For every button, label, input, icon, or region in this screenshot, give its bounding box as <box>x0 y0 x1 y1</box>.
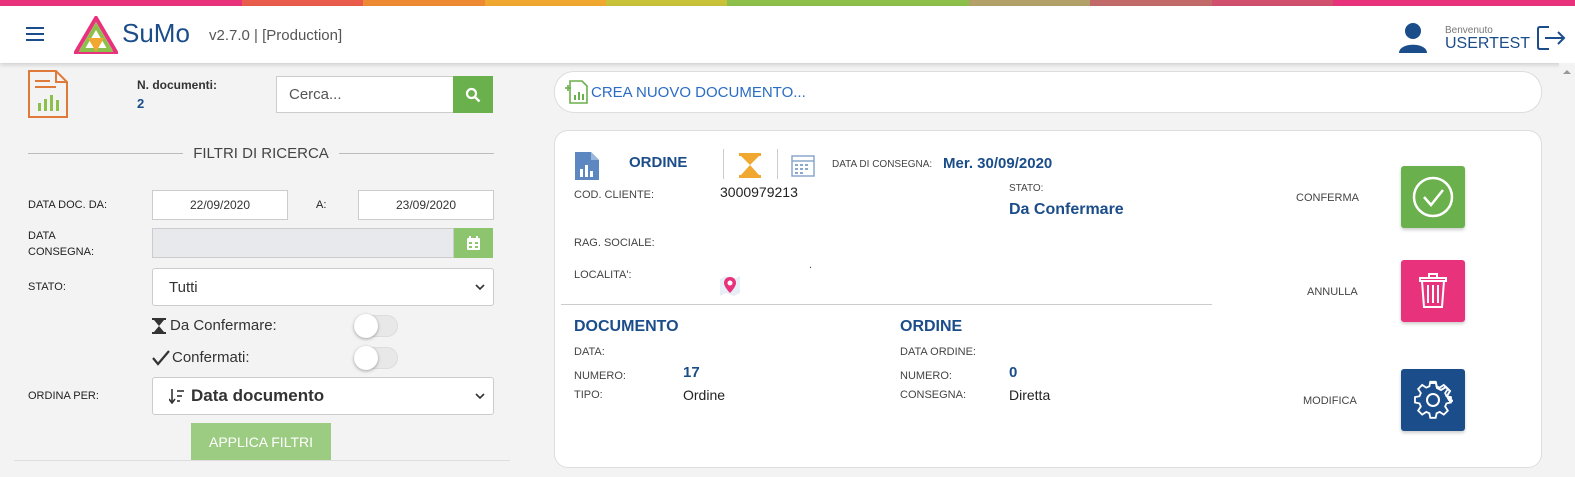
calendar-icon <box>791 155 815 177</box>
localita-value: . <box>809 259 813 271</box>
stato-select-value: Tutti <box>169 278 198 296</box>
tipo-label: TIPO: <box>574 389 603 401</box>
app-name: SuMo <box>122 18 190 48</box>
checkmark-icon <box>152 349 170 366</box>
search-input[interactable] <box>276 76 453 113</box>
confirm-button[interactable] <box>1401 166 1465 228</box>
search-button[interactable] <box>453 76 493 113</box>
da-confermare-label: Da Confermare: <box>170 317 277 334</box>
consegna-value: Diretta <box>1009 387 1051 403</box>
apply-filters-button[interactable]: APPLICA FILTRI <box>191 423 331 461</box>
conferma-label: CONFERMA <box>1296 192 1359 204</box>
gear-icon <box>1414 380 1453 419</box>
date-to-label: A: <box>316 199 327 211</box>
trash-icon <box>1419 273 1447 308</box>
document-chart-icon <box>575 152 599 180</box>
stato-label: STATO: <box>28 281 66 293</box>
confermati-toggle[interactable] <box>354 346 398 370</box>
localita-label: LOCALITA': <box>574 269 632 281</box>
ordina-select[interactable]: Data documento <box>152 377 494 415</box>
scrollbar[interactable] <box>1559 63 1575 477</box>
modify-button[interactable] <box>1401 369 1465 431</box>
delivery-date-label: DATA DI CONSEGNA: <box>832 159 933 170</box>
modifica-label: MODIFICA <box>1303 395 1357 407</box>
check-circle-icon <box>1412 176 1454 218</box>
sort-icon <box>169 388 184 404</box>
stato-value: Da Confermare <box>1009 201 1124 218</box>
delivery-date-label-2: CONSEGNA: <box>28 246 95 258</box>
documento-title: DOCUMENTO <box>574 318 679 335</box>
top-bar: SuMo v2.7.0 | [Production] Benvenuto USE… <box>0 6 1575 63</box>
stato-select[interactable]: Tutti <box>152 268 494 306</box>
delivery-date-label-1: DATA <box>28 230 56 242</box>
document-count-label: N. documenti: <box>137 78 217 92</box>
date-to-input[interactable]: 23/09/2020 <box>358 190 494 220</box>
calendar-button[interactable] <box>454 228 493 258</box>
username: USERTEST <box>1445 35 1531 52</box>
delivery-date-value: Mer. 30/09/2020 <box>943 155 1053 172</box>
create-document-button[interactable]: CREA NUOVO DOCUMENTO... <box>554 71 1542 113</box>
confermati-label: Confermati: <box>172 349 250 366</box>
sumo-logo <box>74 16 118 54</box>
chevron-down-icon <box>475 393 485 399</box>
date-from-input[interactable]: 22/09/2020 <box>152 190 288 220</box>
user-icon[interactable] <box>1398 22 1428 54</box>
app-version: v2.7.0 | [Production] <box>209 27 343 44</box>
cod-cliente-value: 3000979213 <box>720 184 798 200</box>
calendar-icon <box>467 236 480 250</box>
rag-sociale-label: RAG. SOCIALE: <box>574 237 655 249</box>
cod-cliente-label: COD. CLIENTE: <box>574 189 655 201</box>
menu-icon[interactable] <box>26 27 46 43</box>
ordine-title: ORDINE <box>900 318 963 335</box>
filter-da-confermare: Da Confermare: <box>152 317 277 334</box>
data-ordine-label: DATA ORDINE: <box>900 346 976 358</box>
delivery-date-input[interactable] <box>152 228 454 258</box>
search-icon <box>465 87 481 102</box>
date-from-label: DATA DOC. DA: <box>28 199 108 211</box>
stato-label: STATO: <box>1009 183 1044 194</box>
tipo-value: Ordine <box>683 387 726 403</box>
data-label: DATA: <box>574 346 605 358</box>
create-document-label: CREA NUOVO DOCUMENTO... <box>591 83 806 101</box>
ordine-numero-label: NUMERO: <box>900 370 952 382</box>
hourglass-icon <box>152 317 166 334</box>
ordina-select-content: Data documento <box>169 386 324 406</box>
scroll-up-icon[interactable] <box>1559 67 1575 77</box>
annulla-label: ANNULLA <box>1307 286 1358 298</box>
ordina-select-value: Data documento <box>191 386 325 405</box>
document-card[interactable]: ORDINE DATA DI CONSEGNA: Mer. 30/09/2020… <box>554 130 1542 468</box>
card-divider <box>561 304 1212 305</box>
numero-value: 17 <box>683 364 700 381</box>
hourglass-icon <box>739 153 761 178</box>
consegna-label: CONSEGNA: <box>900 389 967 401</box>
divider <box>14 460 510 461</box>
ordine-numero-value: 0 <box>1009 364 1018 381</box>
filters-heading: FILTRI DI RICERCA <box>28 145 495 162</box>
card-type: ORDINE <box>629 154 688 171</box>
filter-confermati: Confermati: <box>152 349 250 366</box>
new-document-icon <box>565 80 588 104</box>
chevron-down-icon <box>475 284 485 290</box>
da-confermare-toggle[interactable] <box>354 314 398 338</box>
document-count-value: 2 <box>137 96 145 111</box>
logout-icon[interactable] <box>1535 24 1567 52</box>
filter-panel: N. documenti: 2 FILTRI DI RICERCA DATA D… <box>0 63 520 477</box>
ordina-label: ORDINA PER: <box>28 390 99 402</box>
document-chart-icon <box>28 70 68 118</box>
cancel-button[interactable] <box>1401 260 1465 322</box>
map-pin-icon[interactable] <box>719 273 741 297</box>
numero-label: NUMERO: <box>574 370 626 382</box>
